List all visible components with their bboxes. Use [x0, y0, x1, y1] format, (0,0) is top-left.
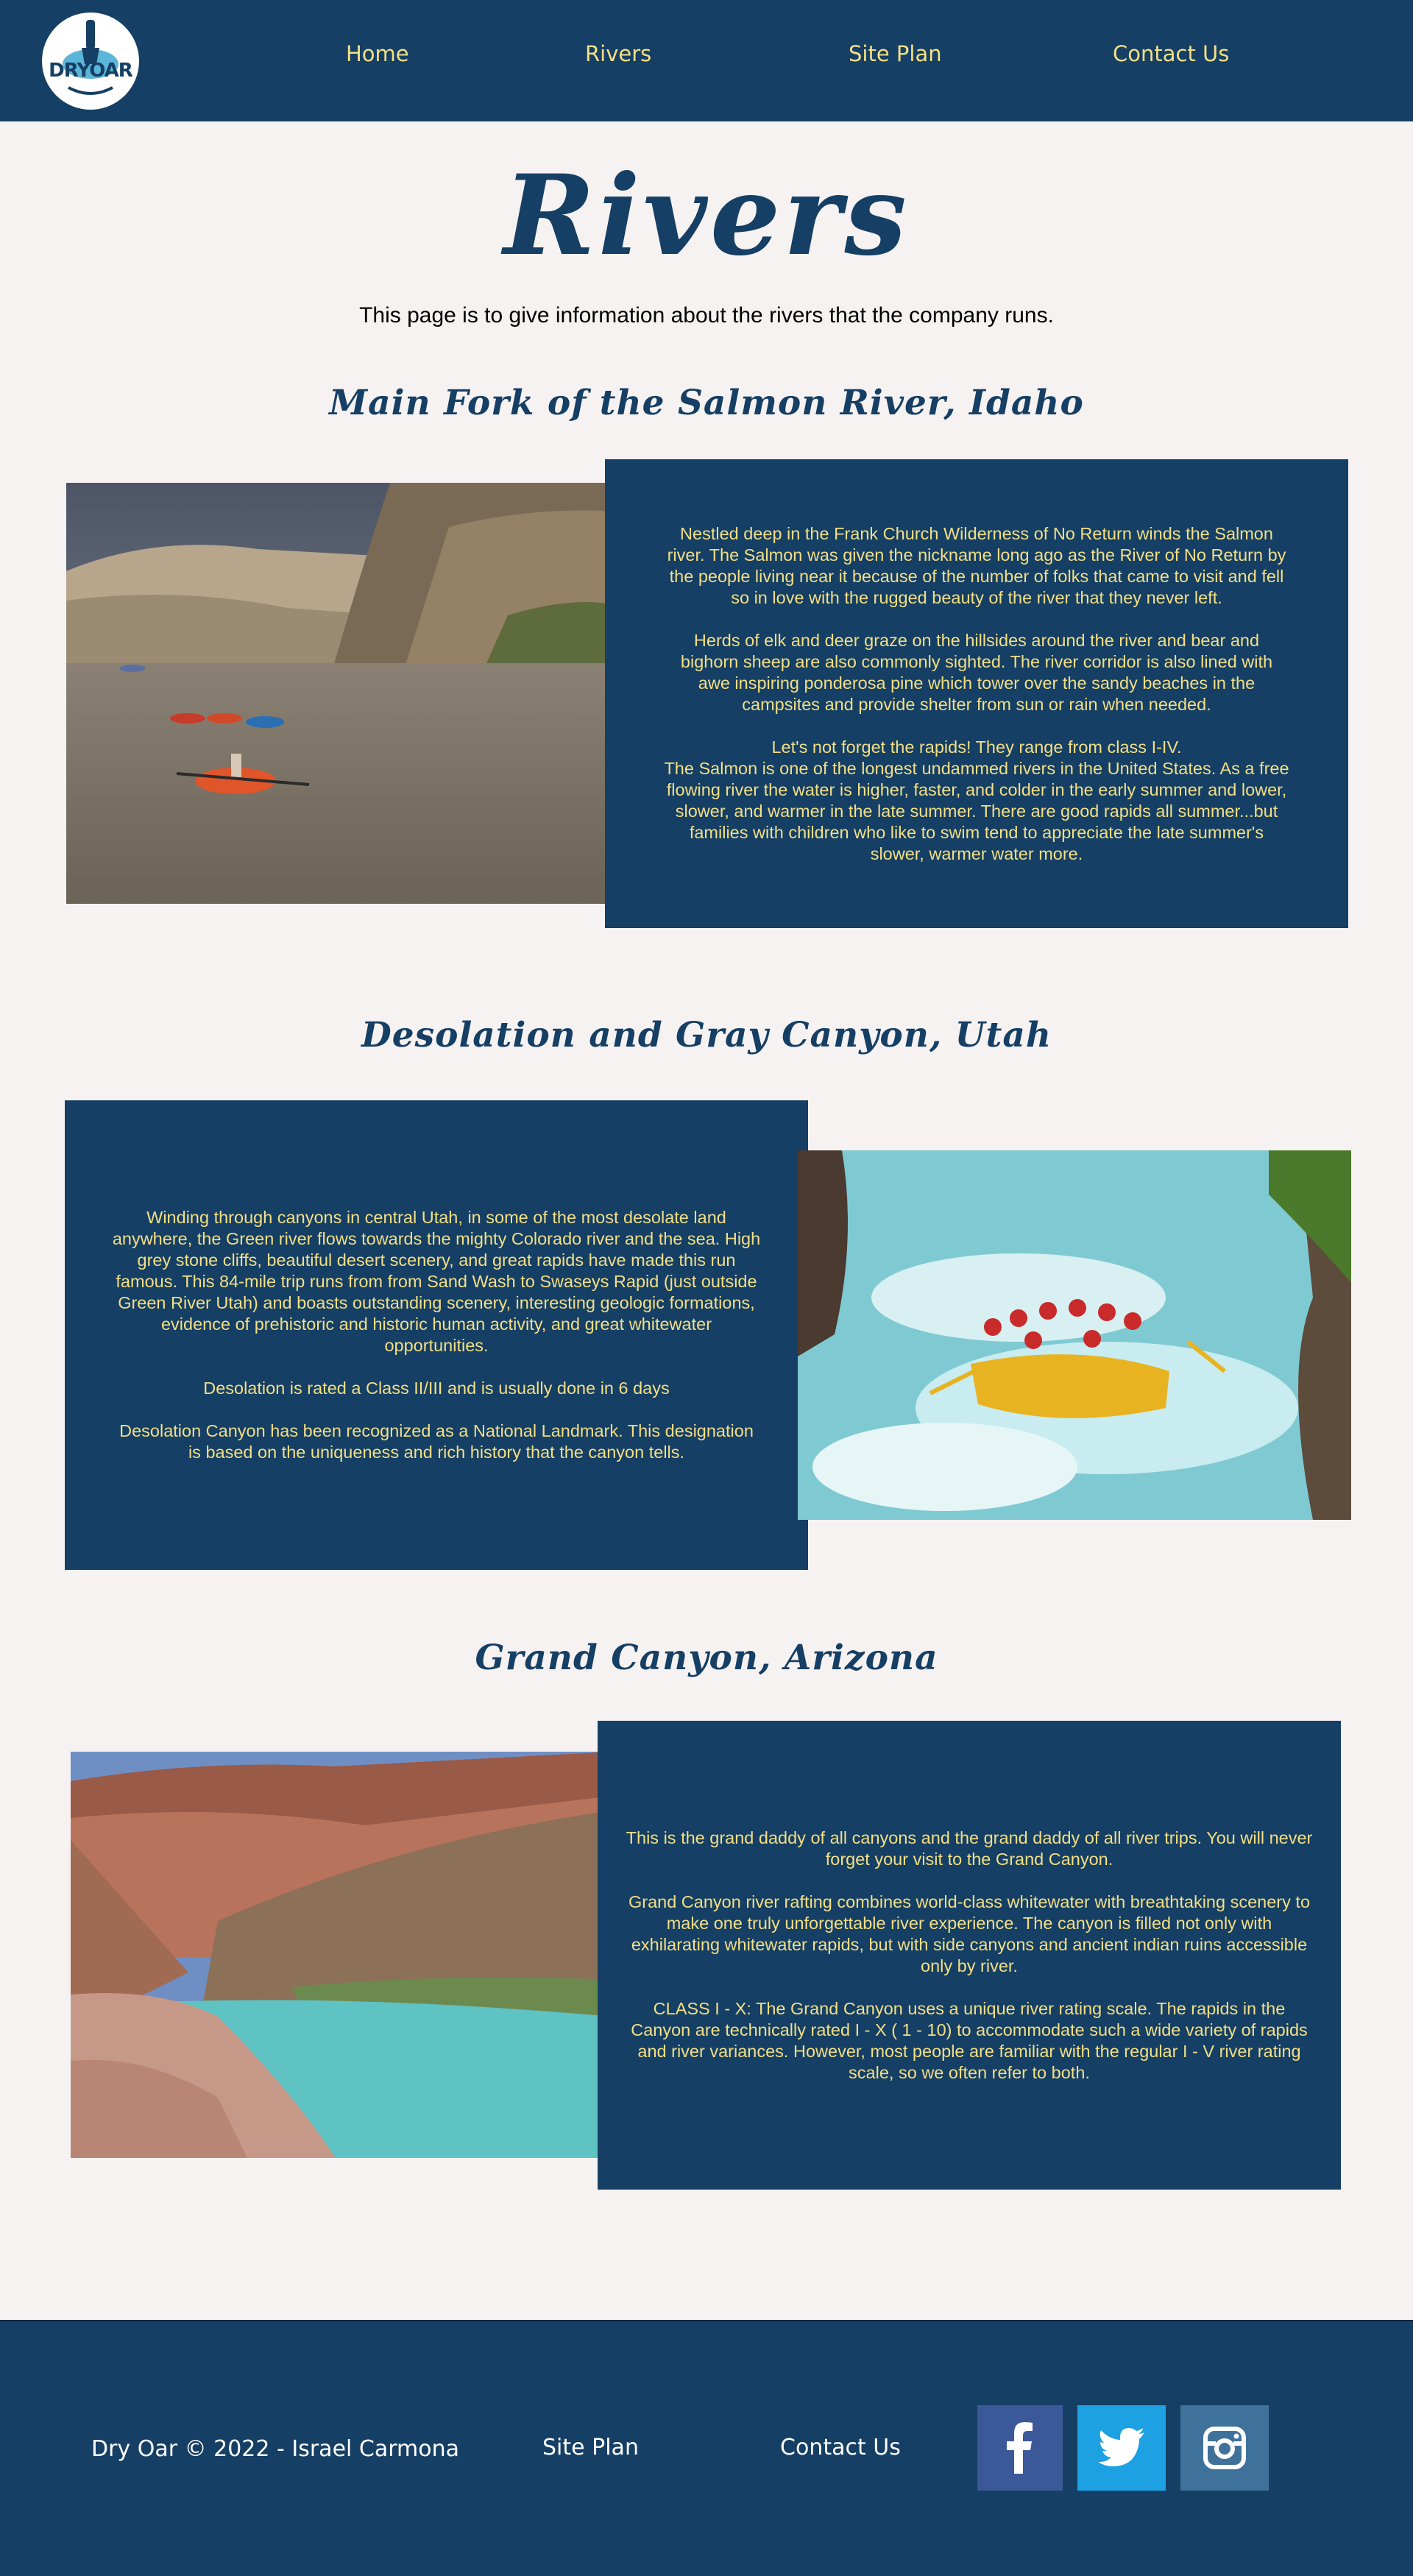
- footer-site-plan-link[interactable]: Site Plan: [542, 2435, 639, 2460]
- twitter-button[interactable]: [1077, 2405, 1166, 2491]
- desolation-paragraph-3: Desolation Canyon has been recognized as…: [119, 1421, 754, 1462]
- section-title-desolation: Desolation and Gray Canyon, Utah: [361, 1015, 1052, 1055]
- grand-canyon-paragraph-2: Grand Canyon river rafting combines worl…: [628, 1892, 1311, 1975]
- dryoar-logo[interactable]: DRYOAR: [42, 13, 139, 110]
- instagram-button[interactable]: [1180, 2405, 1269, 2491]
- site-header: DRYOAR Home Rivers Site Plan Contact Us: [0, 0, 1413, 121]
- nav-site-plan[interactable]: Site Plan: [849, 41, 942, 66]
- nav-contact[interactable]: Contact Us: [1113, 41, 1229, 66]
- nav-rivers[interactable]: Rivers: [585, 41, 651, 66]
- desolation-rafting-photo: [798, 1150, 1351, 1520]
- desolation-paragraph-1: Winding through canyons in central Utah,…: [112, 1208, 761, 1355]
- footer-contact-link[interactable]: Contact Us: [780, 2435, 901, 2460]
- salmon-paragraph-2: Herds of elk and deer graze on the hills…: [680, 630, 1273, 714]
- section-title-grand-canyon: Grand Canyon, Arizona: [475, 1638, 938, 1678]
- salmon-paragraph-1: Nestled deep in the Frank Church Wildern…: [667, 523, 1286, 607]
- grand-canyon-paragraph-3: CLASS I - X: The Grand Canyon uses a uni…: [631, 1998, 1308, 2082]
- twitter-icon: [1098, 2428, 1144, 2466]
- footer-copyright: Dry Oar © 2022 - Israel Carmona: [91, 2436, 460, 2462]
- instagram-icon: [1203, 2427, 1246, 2469]
- desolation-paragraph-2: Desolation is rated a Class II/III and i…: [203, 1379, 670, 1398]
- salmon-paragraph-3: Let's not forget the rapids! They range …: [771, 737, 1182, 757]
- salmon-river-photo: [66, 483, 628, 904]
- facebook-button[interactable]: [977, 2405, 1063, 2491]
- logo-text: DRYOAR: [49, 60, 133, 82]
- grand-canyon-info-panel: This is the grand daddy of all canyons a…: [598, 1721, 1341, 2190]
- grand-canyon-paragraph-1: This is the grand daddy of all canyons a…: [626, 1827, 1313, 1869]
- salmon-info-panel: Nestled deep in the Frank Church Wildern…: [605, 459, 1348, 928]
- facebook-icon: [1007, 2422, 1033, 2474]
- section-title-salmon: Main Fork of the Salmon River, Idaho: [329, 383, 1084, 423]
- salmon-paragraph-4: The Salmon is one of the longest undamme…: [664, 758, 1289, 863]
- desolation-info-panel: Winding through canyons in central Utah,…: [65, 1100, 808, 1570]
- page-intro: This page is to give information about t…: [359, 303, 1054, 328]
- page-title: Rivers: [503, 151, 910, 280]
- grand-canyon-photo: [71, 1752, 612, 2158]
- nav-home[interactable]: Home: [346, 41, 409, 66]
